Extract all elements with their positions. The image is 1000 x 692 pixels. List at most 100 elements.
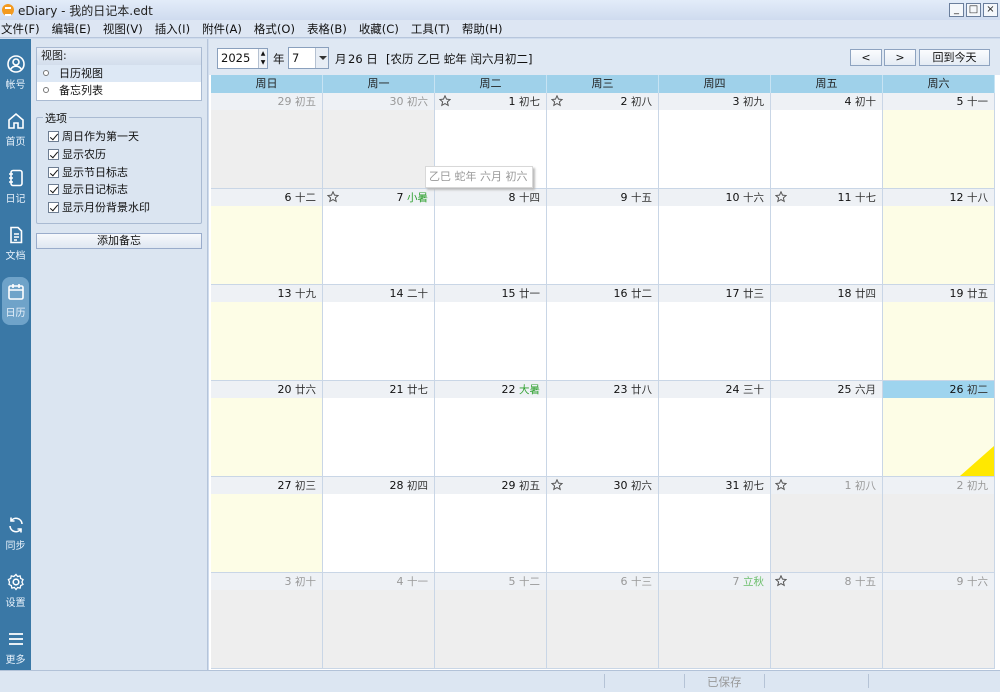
day-cell[interactable]: 31 初七 [659, 477, 771, 573]
next-month-button[interactable]: > [884, 49, 916, 66]
window-title: eDiary - 我的日记本.edt [18, 3, 153, 18]
day-cell[interactable]: 14 二十 [323, 285, 435, 381]
nav-settings[interactable]: 设置 [0, 567, 31, 615]
day-cell[interactable]: 13 十九 [211, 285, 323, 381]
day-cell[interactable]: 9 十五 [547, 189, 659, 285]
nav-home[interactable]: 首页 [0, 106, 31, 154]
star-icon[interactable] [775, 191, 787, 203]
minimize-button[interactable]: _ [949, 3, 964, 17]
day-cell[interactable]: 19 廿五 [883, 285, 995, 381]
close-button[interactable]: × [983, 3, 998, 17]
checkbox-checked-icon[interactable] [48, 148, 59, 160]
star-icon[interactable] [775, 479, 787, 491]
day-cell[interactable]: 4 十一 [323, 573, 435, 669]
checkbox-checked-icon[interactable] [48, 201, 59, 213]
diary-icon [8, 169, 23, 187]
option-show-watermark[interactable]: 显示月份背景水印 [48, 199, 150, 215]
view-option-calendar[interactable]: 日历视图 [37, 65, 201, 82]
day-cell[interactable]: 5 十一 [883, 93, 995, 189]
day-number: 9 [956, 575, 964, 588]
day-cell[interactable]: 12 十八 [883, 189, 995, 285]
day-cell[interactable]: 21 廿七 [323, 381, 435, 477]
checkbox-checked-icon[interactable] [48, 183, 59, 195]
spinner-arrows-icon[interactable]: ▲ ▼ [258, 49, 267, 68]
day-cell[interactable]: 29 初五 [211, 93, 323, 189]
option-show-festival[interactable]: 显示节日标志 [48, 164, 128, 180]
lunar-date: 十二 [295, 192, 316, 204]
menu-file[interactable]: 文件(F) [1, 21, 40, 37]
month-select[interactable]: 7 [288, 47, 329, 69]
week-row: 3 初十 4 十一 5 十二 6 十三 7 立秋 8 十五 9 十六 [211, 573, 995, 669]
day-cell[interactable]: 8 十四 [435, 189, 547, 285]
nav-more[interactable]: 更多 [0, 624, 31, 672]
day-cell[interactable]: 5 十二 [435, 573, 547, 669]
menu-edit[interactable]: 编辑(E) [52, 21, 91, 37]
day-cell[interactable]: 2 初九 [883, 477, 995, 573]
day-cell[interactable]: 6 十三 [547, 573, 659, 669]
menu-format[interactable]: 格式(O) [254, 21, 295, 37]
day-cell[interactable]: 30 初六 [323, 93, 435, 189]
day-cell[interactable]: 24 三十 [659, 381, 771, 477]
nav-sync[interactable]: 同步 [0, 510, 31, 558]
day-cell[interactable]: 15 廿一 [435, 285, 547, 381]
day-cell[interactable]: 11 十七 [771, 189, 883, 285]
menu-tools[interactable]: 工具(T) [411, 21, 450, 37]
day-cell[interactable]: 18 廿四 [771, 285, 883, 381]
nav-document[interactable]: 文档 [0, 220, 31, 268]
star-icon[interactable] [327, 191, 339, 203]
day-cell[interactable]: 29 初五 [435, 477, 547, 573]
day-cell[interactable]: 26 初二 [883, 381, 995, 477]
day-cell[interactable]: 25 六月 [771, 381, 883, 477]
add-memo-button[interactable]: 添加备忘 [36, 233, 202, 249]
menu-view[interactable]: 视图(V) [103, 21, 143, 37]
day-cell[interactable]: 7 立秋 [659, 573, 771, 669]
day-cell[interactable]: 27 初三 [211, 477, 323, 573]
day-cell[interactable]: 4 初十 [771, 93, 883, 189]
nav-settings-label: 设置 [5, 598, 26, 609]
option-show-lunar[interactable]: 显示农历 [48, 146, 106, 162]
day-cell[interactable]: 3 初十 [211, 573, 323, 669]
day-cell[interactable]: 6 十二 [211, 189, 323, 285]
day-cell[interactable]: 9 十六 [883, 573, 995, 669]
nav-calendar[interactable]: 日历 [2, 277, 29, 325]
day-cell[interactable]: 3 初九 [659, 93, 771, 189]
option-sunday-first[interactable]: 周日作为第一天 [48, 128, 139, 144]
checkbox-checked-icon[interactable] [48, 166, 59, 178]
day-cell[interactable]: 16 廿二 [547, 285, 659, 381]
menu-insert[interactable]: 插入(I) [155, 21, 190, 37]
view-option-memo-list[interactable]: 备忘列表 [37, 82, 201, 99]
day-cell[interactable]: 23 廿八 [547, 381, 659, 477]
lunar-date: 初四 [407, 480, 428, 492]
star-icon[interactable] [551, 95, 563, 107]
day-cell[interactable]: 1 初八 [771, 477, 883, 573]
lunar-date: 三十 [743, 384, 764, 396]
calendar-area: 2025 ▲ ▼ 年 7 月 26 日 [农历 乙巳 蛇年 闰六月初二] < > … [209, 39, 1000, 670]
option-show-diary-mark[interactable]: 显示日记标志 [48, 181, 128, 197]
star-icon[interactable] [551, 479, 563, 491]
maximize-button[interactable]: □ [966, 3, 981, 17]
day-cell[interactable]: 22 大暑 [435, 381, 547, 477]
menu-help[interactable]: 帮助(H) [462, 21, 503, 37]
day-header: 9 十五 [547, 189, 658, 206]
nav-diary[interactable]: 日记 [0, 163, 31, 211]
day-cell[interactable]: 2 初八 [547, 93, 659, 189]
nav-account[interactable]: 帐号 [0, 49, 31, 97]
day-cell[interactable]: 8 十五 [771, 573, 883, 669]
star-icon[interactable] [775, 575, 787, 587]
day-cell[interactable]: 28 初四 [323, 477, 435, 573]
day-cell[interactable]: 30 初六 [547, 477, 659, 573]
today-button[interactable]: 回到今天 [919, 49, 990, 66]
day-cell[interactable]: 20 廿六 [211, 381, 323, 477]
day-cell[interactable]: 7 小暑 [323, 189, 435, 285]
lunar-date: 十九 [295, 288, 316, 300]
menu-attachment[interactable]: 附件(A) [202, 21, 242, 37]
menu-favorites[interactable]: 收藏(C) [359, 21, 399, 37]
day-cell[interactable]: 17 廿三 [659, 285, 771, 381]
prev-month-button[interactable]: < [850, 49, 882, 66]
day-cell[interactable]: 10 十六 [659, 189, 771, 285]
year-spinner[interactable]: 2025 ▲ ▼ [217, 48, 268, 69]
menu-table[interactable]: 表格(B) [307, 21, 347, 37]
chevron-down-icon[interactable] [315, 48, 328, 68]
checkbox-checked-icon[interactable] [48, 130, 59, 142]
star-icon[interactable] [439, 95, 451, 107]
